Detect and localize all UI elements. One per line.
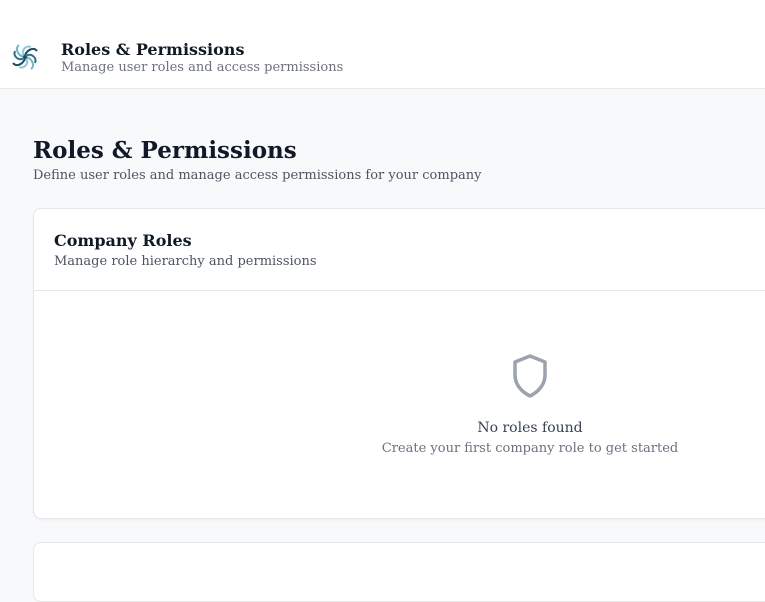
card-subtitle: Manage role hierarchy and permissions [54, 254, 317, 269]
page-title: Roles & Permissions [33, 137, 297, 164]
flower-logo-icon[interactable] [8, 40, 42, 74]
card-title: Company Roles [54, 231, 192, 250]
card-header: Company Roles Manage role hierarchy and … [34, 209, 765, 291]
top-header: Roles & Permissions Manage user roles an… [0, 0, 765, 89]
page-subtitle: Define user roles and manage access perm… [33, 168, 482, 183]
empty-state-subtitle: Create your first company role to get st… [381, 441, 679, 456]
company-roles-card: Company Roles Manage role hierarchy and … [33, 208, 765, 519]
empty-state-title: No roles found [477, 420, 583, 436]
secondary-card [33, 542, 765, 602]
app-title: Roles & Permissions [61, 40, 245, 59]
app-subtitle: Manage user roles and access permissions [61, 60, 344, 75]
shield-icon [510, 352, 550, 400]
